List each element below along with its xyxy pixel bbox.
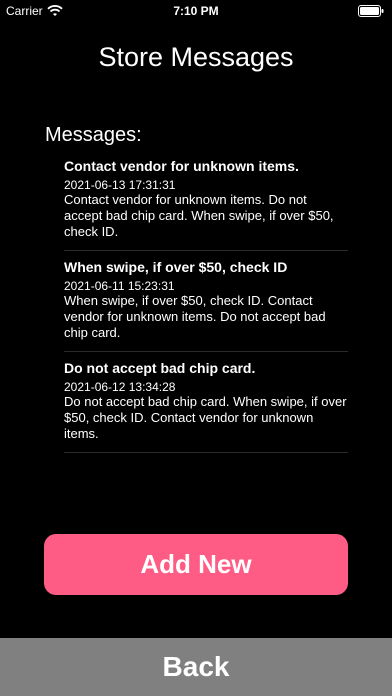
- back-button[interactable]: Back: [0, 638, 392, 696]
- message-date: 2021-06-13 17:31:31: [64, 178, 176, 192]
- message-item[interactable]: Do not accept bad chip card. 2021-06-12 …: [64, 360, 348, 453]
- message-body: Contact vendor for unknown items. Do not…: [64, 192, 334, 239]
- message-body: When swipe, if over $50, check ID. Conta…: [64, 293, 326, 340]
- message-item[interactable]: When swipe, if over $50, check ID 2021-0…: [64, 259, 348, 352]
- message-item[interactable]: Contact vendor for unknown items. 2021-0…: [64, 158, 348, 251]
- message-date: 2021-06-11 15:23:31: [64, 279, 175, 293]
- message-date: 2021-06-12 13:34:28: [64, 380, 176, 394]
- message-list: Contact vendor for unknown items. 2021-0…: [64, 158, 348, 461]
- status-bar: Carrier 7:10 PM: [0, 0, 392, 22]
- message-body: Do not accept bad chip card. When swipe,…: [64, 394, 347, 441]
- message-title: Do not accept bad chip card.: [64, 360, 256, 376]
- status-time: 7:10 PM: [173, 4, 219, 18]
- message-title: When swipe, if over $50, check ID: [64, 259, 288, 275]
- battery-icon: [358, 5, 384, 17]
- page-title: Store Messages: [98, 42, 294, 72]
- message-title: Contact vendor for unknown items.: [64, 158, 299, 174]
- add-new-button[interactable]: Add New: [44, 534, 348, 595]
- messages-section-label: Messages:: [45, 124, 142, 146]
